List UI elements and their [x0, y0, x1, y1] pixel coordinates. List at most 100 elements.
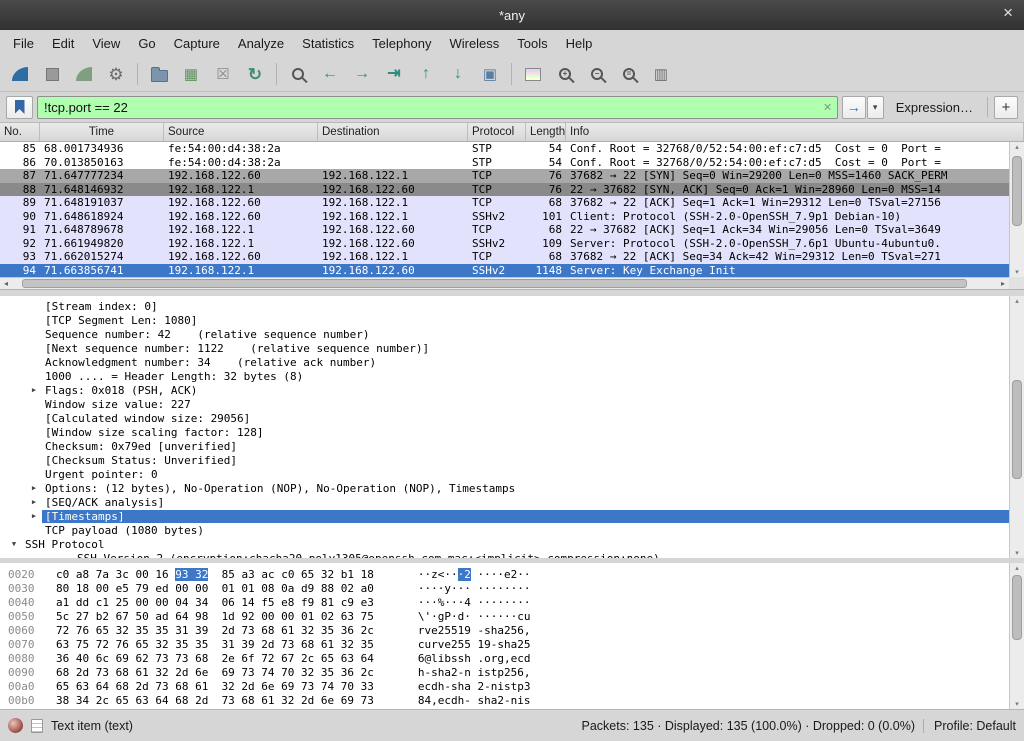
expert-info-icon[interactable]: [8, 718, 23, 733]
hex-row[interactable]: 0020c0 a8 7a 3c 00 16 93 32 85 a3 ac c0 …: [0, 567, 1009, 581]
reload-capture-file-button[interactable]: ↻: [240, 60, 270, 88]
colorize-packets-button[interactable]: [518, 60, 548, 88]
packet-row[interactable]: 9171.648789678192.168.122.1192.168.122.6…: [0, 223, 1009, 237]
go-back-button[interactable]: ←: [315, 60, 345, 88]
expand-arrow-icon[interactable]: ▶: [26, 498, 42, 506]
menu-statistics[interactable]: Statistics: [293, 32, 363, 55]
detail-row[interactable]: Urgent pointer: 0: [0, 467, 1009, 481]
detail-row[interactable]: [TCP Segment Len: 1080]: [0, 313, 1009, 327]
column-header-time[interactable]: Time: [40, 123, 164, 141]
packet-row[interactable]: 8771.647777234192.168.122.60192.168.122.…: [0, 169, 1009, 183]
menu-file[interactable]: File: [4, 32, 43, 55]
start-capture-button[interactable]: [5, 60, 35, 88]
go-to-packet-button[interactable]: ⇥: [379, 60, 409, 88]
resize-columns-button[interactable]: ▥: [646, 60, 676, 88]
detail-row[interactable]: Window size value: 227: [0, 397, 1009, 411]
display-filter-input[interactable]: [37, 96, 838, 119]
detail-row[interactable]: ▶Flags: 0x018 (PSH, ACK): [0, 383, 1009, 397]
close-capture-file-button[interactable]: ☒: [208, 60, 238, 88]
bytes-vscrollbar[interactable]: ▴ ▾: [1009, 563, 1024, 709]
scroll-right-icon[interactable]: ▸: [997, 280, 1009, 288]
auto-scroll-button[interactable]: ▣: [475, 60, 505, 88]
hex-row[interactable]: 007063 75 72 76 65 32 35 35 31 39 2d 73 …: [0, 637, 1009, 651]
detail-row[interactable]: ▶[SEQ/ACK analysis]: [0, 495, 1009, 509]
scroll-left-icon[interactable]: ◂: [0, 280, 12, 288]
packet-row[interactable]: 8670.013850163fe:54:00:d4:38:2aSTP54Conf…: [0, 156, 1009, 170]
menu-go[interactable]: Go: [129, 32, 164, 55]
zoom-original-button[interactable]: =: [614, 60, 644, 88]
stop-capture-button[interactable]: [37, 60, 67, 88]
scrollbar-thumb[interactable]: [1012, 575, 1022, 641]
detail-row[interactable]: [Checksum Status: Unverified]: [0, 453, 1009, 467]
menu-analyze[interactable]: Analyze: [229, 32, 293, 55]
expand-arrow-icon[interactable]: ▶: [26, 512, 42, 520]
column-header-source[interactable]: Source: [164, 123, 318, 141]
status-profile[interactable]: Profile: Default: [923, 719, 1016, 733]
hex-row[interactable]: 0040a1 dd c1 25 00 00 04 34 06 14 f5 e8 …: [0, 595, 1009, 609]
expand-arrow-icon[interactable]: ▶: [26, 484, 42, 492]
scroll-down-icon[interactable]: ▾: [1010, 700, 1024, 708]
menu-edit[interactable]: Edit: [43, 32, 83, 55]
scroll-down-icon[interactable]: ▾: [1010, 268, 1024, 276]
menu-capture[interactable]: Capture: [165, 32, 229, 55]
scroll-up-icon[interactable]: ▴: [1010, 564, 1024, 572]
close-window-icon[interactable]: ×: [1003, 4, 1013, 21]
go-forward-button[interactable]: →: [347, 60, 377, 88]
hex-row[interactable]: 00a065 63 64 68 2d 73 68 61 32 2d 6e 69 …: [0, 679, 1009, 693]
detail-row[interactable]: SSH Version 2 (encryption:chacha20-poly1…: [0, 551, 1009, 558]
scrollbar-thumb[interactable]: [1012, 380, 1022, 480]
column-header-destination[interactable]: Destination: [318, 123, 468, 141]
column-header-length[interactable]: Length: [526, 123, 566, 141]
restart-capture-button[interactable]: [69, 60, 99, 88]
column-header-no[interactable]: No.: [0, 123, 40, 141]
zoom-in-button[interactable]: +: [550, 60, 580, 88]
expand-arrow-icon[interactable]: ▶: [26, 386, 42, 394]
packet-row[interactable]: 9071.648618924192.168.122.60192.168.122.…: [0, 210, 1009, 224]
column-header-info[interactable]: Info: [566, 123, 1024, 141]
title-bar[interactable]: *any ×: [0, 0, 1024, 30]
packet-row[interactable]: 8971.648191037192.168.122.60192.168.122.…: [0, 196, 1009, 210]
hex-row[interactable]: 006072 76 65 32 35 35 31 39 2d 73 68 61 …: [0, 623, 1009, 637]
menu-tools[interactable]: Tools: [508, 32, 556, 55]
go-last-packet-button[interactable]: ↓: [443, 60, 473, 88]
hex-row[interactable]: 00505c 27 b2 67 50 ad 64 98 1d 92 00 00 …: [0, 609, 1009, 623]
zoom-out-button[interactable]: −: [582, 60, 612, 88]
scroll-up-icon[interactable]: ▴: [1010, 297, 1024, 305]
collapse-arrow-icon[interactable]: ▼: [6, 540, 22, 548]
clear-filter-icon[interactable]: ×: [824, 99, 832, 115]
menu-help[interactable]: Help: [557, 32, 602, 55]
add-filter-button[interactable]: +: [994, 96, 1018, 119]
hex-row[interactable]: 008036 40 6c 69 62 73 73 68 2e 6f 72 67 …: [0, 651, 1009, 665]
scrollbar-thumb[interactable]: [1012, 156, 1022, 226]
packet-list-vscrollbar[interactable]: ▴ ▾: [1009, 142, 1024, 277]
expression-button[interactable]: Expression…: [888, 100, 981, 115]
apply-filter-button[interactable]: →: [842, 96, 866, 119]
detail-row[interactable]: [Stream index: 0]: [0, 299, 1009, 313]
detail-row[interactable]: [Calculated window size: 29056]: [0, 411, 1009, 425]
detail-row[interactable]: [Window size scaling factor: 128]: [0, 425, 1009, 439]
save-capture-file-button[interactable]: ▦: [176, 60, 206, 88]
scroll-down-icon[interactable]: ▾: [1010, 549, 1024, 557]
packet-row[interactable]: 9471.663856741192.168.122.1192.168.122.6…: [0, 264, 1009, 278]
detail-row[interactable]: 1000 .... = Header Length: 32 bytes (8): [0, 369, 1009, 383]
packet-row[interactable]: 9371.662015274192.168.122.60192.168.122.…: [0, 250, 1009, 264]
hscrollbar-thumb[interactable]: [22, 279, 968, 288]
filter-bookmark-button[interactable]: [6, 96, 33, 119]
filter-dropdown-icon[interactable]: ▾: [867, 96, 884, 119]
scroll-up-icon[interactable]: ▴: [1010, 143, 1024, 151]
packet-list-hscrollbar[interactable]: ◂ ▸: [0, 277, 1009, 289]
packet-row[interactable]: 9271.661949820192.168.122.1192.168.122.6…: [0, 237, 1009, 251]
detail-row[interactable]: [Next sequence number: 1122 (relative se…: [0, 341, 1009, 355]
menu-telephony[interactable]: Telephony: [363, 32, 440, 55]
packet-row[interactable]: 8871.648146932192.168.122.1192.168.122.6…: [0, 183, 1009, 197]
details-vscrollbar[interactable]: ▴ ▾: [1009, 296, 1024, 558]
column-header-protocol[interactable]: Protocol: [468, 123, 526, 141]
open-capture-file-button[interactable]: [144, 60, 174, 88]
menu-wireless[interactable]: Wireless: [440, 32, 508, 55]
packet-row[interactable]: 8568.001734936fe:54:00:d4:38:2aSTP54Conf…: [0, 142, 1009, 156]
capture-options-button[interactable]: ⚙: [101, 60, 131, 88]
detail-row[interactable]: ▼SSH Protocol: [0, 537, 1009, 551]
detail-row[interactable]: Acknowledgment number: 34 (relative ack …: [0, 355, 1009, 369]
detail-row[interactable]: Sequence number: 42 (relative sequence n…: [0, 327, 1009, 341]
capture-comment-icon[interactable]: [31, 719, 43, 733]
